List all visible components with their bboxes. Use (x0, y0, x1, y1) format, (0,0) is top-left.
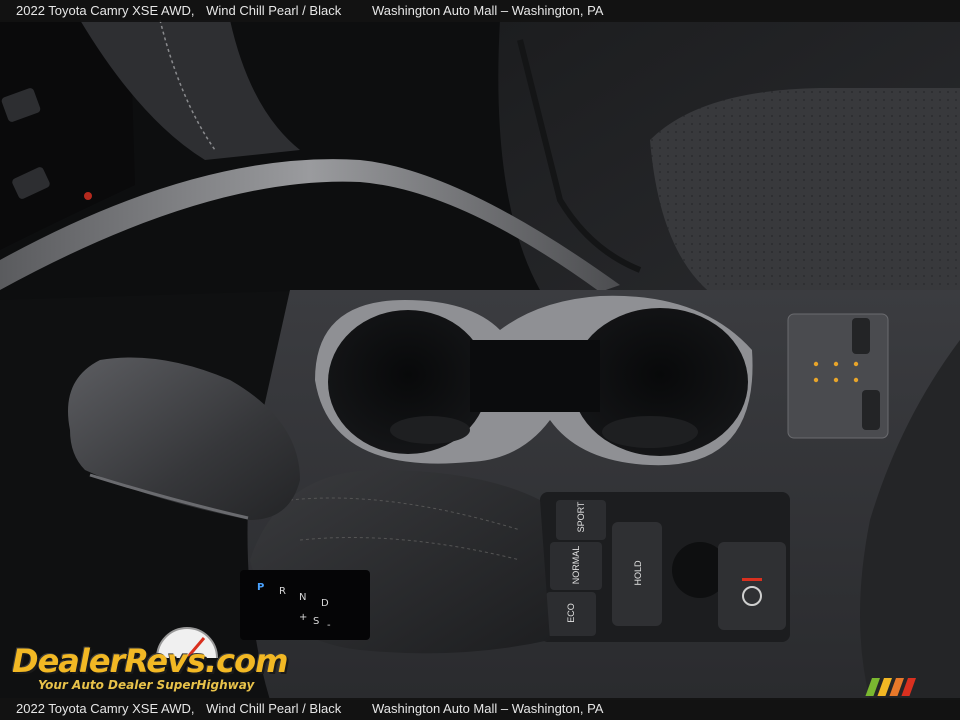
caption-color: Wind Chill Pearl / Black (206, 3, 342, 18)
gear-label-minus: - (327, 620, 331, 631)
caption-dealer-bottom: Washington Auto Mall – Washington, PA (372, 701, 604, 716)
gear-label-s: S (313, 616, 320, 627)
gear-label-plus: + (299, 612, 308, 623)
stripes-logo-icon (865, 678, 916, 696)
caption-title-bottom: 2022 Toyota Camry XSE AWD, (16, 701, 195, 716)
eco-mode-button[interactable]: ECO (566, 588, 576, 638)
gear-label-p: P (257, 582, 265, 593)
caption-color-bottom: Wind Chill Pearl / Black (206, 701, 342, 716)
photo-frame: P R N D + S - SPORT NORMAL ECO HOLD 2022… (0, 0, 960, 720)
watermark-tagline: Your Auto Dealer SuperHighway (38, 678, 255, 692)
normal-mode-button[interactable]: NORMAL (571, 537, 581, 593)
caption-dealer: Washington Auto Mall – Washington, PA (372, 3, 604, 18)
watermark-logo: DealerRevs.com (12, 642, 288, 680)
caption-bar-top: 2022 Toyota Camry XSE AWD, Wind Chill Pe… (0, 0, 960, 22)
interior-photo (0, 0, 960, 720)
dealerrevs-watermark: DealerRevs.com Your Auto Dealer SuperHig… (12, 620, 288, 695)
gear-label-r: R (279, 586, 286, 597)
sport-mode-button[interactable]: SPORT (576, 494, 586, 540)
caption-bar-bottom: 2022 Toyota Camry XSE AWD, Wind Chill Pe… (0, 698, 960, 720)
caption-title: 2022 Toyota Camry XSE AWD, (16, 3, 195, 18)
gear-label-n: N (299, 592, 307, 603)
auto-hold-button[interactable]: HOLD (633, 557, 643, 589)
gear-label-d: D (321, 598, 329, 609)
